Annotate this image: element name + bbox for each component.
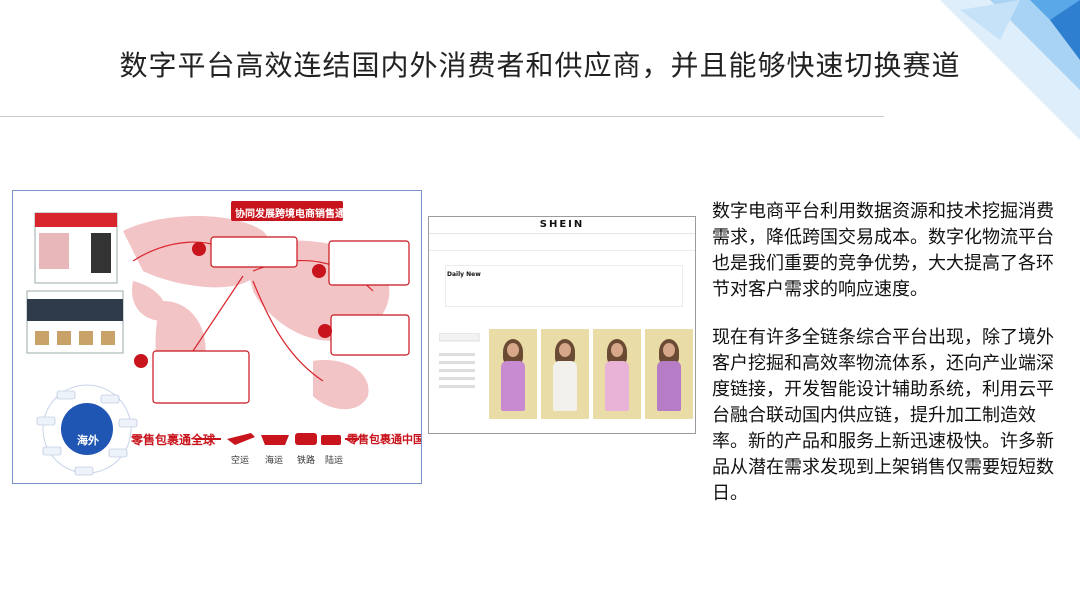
transport-sea: 海运 xyxy=(265,456,284,466)
product-photo-1 xyxy=(489,329,537,419)
body-paragraph-2: 现在有许多全链条综合平台出现，除了境外客户挖掘和高效率物流体系，还向产业端深度链… xyxy=(712,327,1054,504)
title-divider xyxy=(0,116,884,117)
left-slogan: 零售包裹通全球 xyxy=(131,433,216,447)
transport-air: 空运 xyxy=(231,456,250,466)
transport-rail: 铁路 xyxy=(297,456,316,466)
slide-title: 数字平台高效连结国内外消费者和供应商，并且能够快速切换赛道 xyxy=(119,49,961,82)
right-slogan: 零售包裹通中国 xyxy=(347,433,422,446)
shein-logo: SHEIN xyxy=(539,219,585,230)
shein-header: SHEIN xyxy=(429,217,695,234)
decorative-corner-graphic xyxy=(940,0,1080,140)
shein-website-screenshot: SHEIN Daily New xyxy=(428,216,696,434)
shein-nav-bar xyxy=(429,240,695,251)
product-photo-2 xyxy=(541,329,589,419)
hub-label: 海外 xyxy=(77,434,99,447)
product-photo-4 xyxy=(645,329,693,419)
shein-filter-sidebar xyxy=(439,333,480,388)
transport-road: 陆运 xyxy=(325,456,344,466)
body-paragraph-1: 数字电商平台利用数据资源和技术挖掘消费需求，降低跨国交易成本。数字化物流平台也是… xyxy=(712,201,1054,300)
shein-section-title: Daily New xyxy=(447,271,481,278)
slide-body-text: 数字电商平台利用数据资源和技术挖掘消费需求，降低跨国交易成本。数字化物流平台也是… xyxy=(712,199,1062,529)
product-photo-3 xyxy=(593,329,641,419)
route-banner-label: 协同发展跨境电商销售通路 xyxy=(235,209,355,220)
trade-route-infographic: 协同发展跨境电商销售通路 海外 零售包裹通全球 零售包裹通中国 空运 海运 铁路… xyxy=(12,190,422,484)
